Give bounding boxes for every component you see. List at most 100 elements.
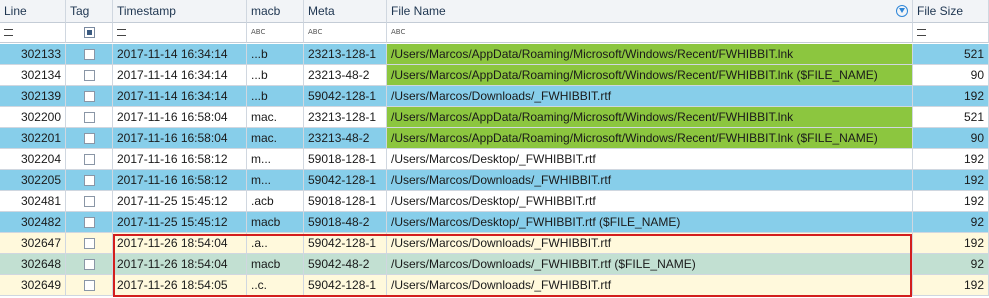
cell-timestamp[interactable]: 2017-11-16 16:58:04	[113, 128, 247, 149]
tag-checkbox[interactable]	[83, 132, 95, 144]
cell-file-size[interactable]: 192	[913, 170, 989, 191]
cell-meta[interactable]: 59042-128-1	[304, 275, 387, 296]
checkbox-icon[interactable]	[83, 27, 95, 38]
equals-icon[interactable]	[4, 29, 13, 36]
tag-checkbox[interactable]	[83, 195, 95, 207]
cell-file-name[interactable]: /Users/Marcos/Desktop/_FWHIBBIT.rtf	[387, 149, 913, 170]
cell-file-size[interactable]: 521	[913, 44, 989, 65]
cell-macb[interactable]: macb	[247, 212, 304, 233]
cell-macb[interactable]: m...	[247, 170, 304, 191]
tag-checkbox[interactable]	[83, 48, 95, 60]
cell-tag[interactable]	[66, 233, 113, 254]
tag-checkbox[interactable]	[83, 174, 95, 186]
filter-file-name[interactable]: ABC	[387, 23, 913, 43]
table-row[interactable]: 302648 2017-11-26 18:54:04 macb 59042-48-2 /…	[0, 254, 989, 275]
cell-file-name[interactable]: /Users/Marcos/AppData/Roaming/Microsoft/…	[387, 128, 913, 149]
table-row[interactable]: 302201 2017-11-16 16:58:04 mac. 23213-48-2 /…	[0, 128, 989, 149]
cell-timestamp[interactable]: 2017-11-26 18:54:04	[113, 233, 247, 254]
cell-file-size[interactable]: 192	[913, 149, 989, 170]
cell-line[interactable]: 302205	[0, 170, 66, 191]
cell-macb[interactable]: macb	[247, 254, 304, 275]
table-row[interactable]: 302205 2017-11-16 16:58:12 m... 59042-128-1…	[0, 170, 989, 191]
cell-line[interactable]: 302200	[0, 107, 66, 128]
cell-macb[interactable]: mac.	[247, 128, 304, 149]
cell-file-name[interactable]: /Users/Marcos/AppData/Roaming/Microsoft/…	[387, 65, 913, 86]
cell-file-name[interactable]: /Users/Marcos/Desktop/_FWHIBBIT.rtf	[387, 191, 913, 212]
cell-meta[interactable]: 59018-48-2	[304, 212, 387, 233]
cell-line[interactable]: 302482	[0, 212, 66, 233]
cell-tag[interactable]	[66, 149, 113, 170]
cell-meta[interactable]: 59042-128-1	[304, 233, 387, 254]
cell-file-name[interactable]: /Users/Marcos/AppData/Roaming/Microsoft/…	[387, 44, 913, 65]
cell-file-name[interactable]: /Users/Marcos/Downloads/_FWHIBBIT.rtf ($…	[387, 254, 913, 275]
cell-timestamp[interactable]: 2017-11-25 15:45:12	[113, 191, 247, 212]
cell-tag[interactable]	[66, 44, 113, 65]
cell-tag[interactable]	[66, 65, 113, 86]
table-row[interactable]: 302481 2017-11-25 15:45:12 .acb 59018-128-1…	[0, 191, 989, 212]
table-row[interactable]: 302204 2017-11-16 16:58:12 m... 59018-128-1…	[0, 149, 989, 170]
cell-file-name[interactable]: /Users/Marcos/Downloads/_FWHIBBIT.rtf	[387, 233, 913, 254]
cell-line[interactable]: 302201	[0, 128, 66, 149]
tag-checkbox[interactable]	[83, 216, 95, 228]
cell-line[interactable]: 302134	[0, 65, 66, 86]
column-header-file-name[interactable]: File Name	[387, 0, 913, 23]
column-header-timestamp[interactable]: Timestamp	[113, 0, 247, 23]
tag-checkbox[interactable]	[83, 258, 95, 270]
cell-meta[interactable]: 23213-128-1	[304, 44, 387, 65]
abc-text-icon[interactable]: ABC	[251, 29, 265, 36]
cell-macb[interactable]: ...b	[247, 86, 304, 107]
cell-file-size[interactable]: 192	[913, 86, 989, 107]
cell-timestamp[interactable]: 2017-11-25 15:45:12	[113, 212, 247, 233]
cell-line[interactable]: 302139	[0, 86, 66, 107]
tag-checkbox[interactable]	[83, 111, 95, 123]
cell-tag[interactable]	[66, 170, 113, 191]
cell-meta[interactable]: 59042-128-1	[304, 86, 387, 107]
column-header-file-size[interactable]: File Size	[913, 0, 989, 23]
cell-tag[interactable]	[66, 86, 113, 107]
filter-file-size[interactable]	[913, 23, 989, 43]
cell-timestamp[interactable]: 2017-11-16 16:58:12	[113, 170, 247, 191]
cell-file-size[interactable]: 92	[913, 254, 989, 275]
cell-timestamp[interactable]: 2017-11-16 16:58:12	[113, 149, 247, 170]
cell-tag[interactable]	[66, 275, 113, 296]
cell-file-name[interactable]: /Users/Marcos/Downloads/_FWHIBBIT.rtf	[387, 86, 913, 107]
cell-tag[interactable]	[66, 212, 113, 233]
cell-macb[interactable]: mac.	[247, 107, 304, 128]
cell-file-name[interactable]: /Users/Marcos/Desktop/_FWHIBBIT.rtf ($FI…	[387, 212, 913, 233]
cell-tag[interactable]	[66, 128, 113, 149]
cell-tag[interactable]	[66, 191, 113, 212]
tag-checkbox[interactable]	[83, 279, 95, 291]
cell-timestamp[interactable]: 2017-11-26 18:54:05	[113, 275, 247, 296]
cell-file-size[interactable]: 192	[913, 191, 989, 212]
abc-text-icon[interactable]: ABC	[391, 29, 405, 36]
table-row[interactable]: 302139 2017-11-14 16:34:14 ...b 59042-128-1…	[0, 86, 989, 107]
cell-macb[interactable]: .acb	[247, 191, 304, 212]
table-row[interactable]: 302482 2017-11-25 15:45:12 macb 59018-48-2 /…	[0, 212, 989, 233]
cell-line[interactable]: 302647	[0, 233, 66, 254]
timeline-grid[interactable]: Line Tag Timestamp macb Meta File Name F…	[0, 0, 989, 298]
cell-file-size[interactable]: 90	[913, 128, 989, 149]
cell-file-name[interactable]: /Users/Marcos/AppData/Roaming/Microsoft/…	[387, 107, 913, 128]
equals-icon[interactable]	[117, 29, 126, 36]
cell-meta[interactable]: 59018-128-1	[304, 149, 387, 170]
cell-meta[interactable]: 23213-48-2	[304, 65, 387, 86]
cell-line[interactable]: 302204	[0, 149, 66, 170]
cell-meta[interactable]: 59042-48-2	[304, 254, 387, 275]
cell-file-size[interactable]: 192	[913, 233, 989, 254]
filter-line[interactable]	[0, 23, 66, 43]
abc-text-icon[interactable]: ABC	[308, 29, 322, 36]
cell-macb[interactable]: ..c.	[247, 275, 304, 296]
cell-macb[interactable]: ...b	[247, 44, 304, 65]
cell-timestamp[interactable]: 2017-11-14 16:34:14	[113, 86, 247, 107]
column-header-line[interactable]: Line	[0, 0, 66, 23]
cell-line[interactable]: 302648	[0, 254, 66, 275]
tag-checkbox[interactable]	[83, 153, 95, 165]
filter-tag[interactable]	[66, 23, 113, 43]
tag-checkbox[interactable]	[83, 90, 95, 102]
cell-meta[interactable]: 59018-128-1	[304, 191, 387, 212]
cell-file-size[interactable]: 521	[913, 107, 989, 128]
cell-tag[interactable]	[66, 107, 113, 128]
table-row[interactable]: 302134 2017-11-14 16:34:14 ...b 23213-48-2 /…	[0, 65, 989, 86]
filter-timestamp[interactable]	[113, 23, 247, 43]
cell-meta[interactable]: 59042-128-1	[304, 170, 387, 191]
